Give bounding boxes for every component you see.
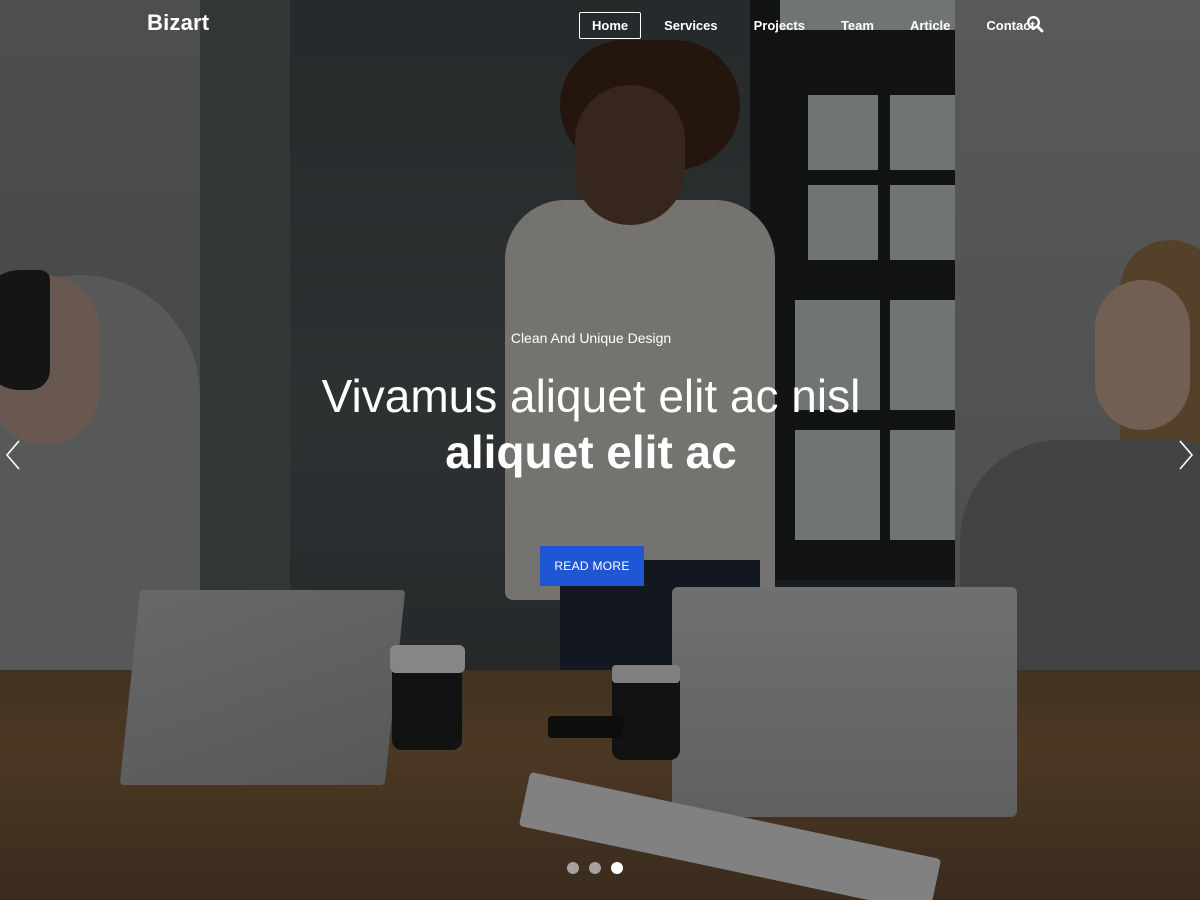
site-logo[interactable]: Bizart <box>147 10 209 36</box>
search-icon[interactable] <box>1026 15 1046 35</box>
site-header: Bizart Home Services Projects Team Artic… <box>0 0 1200 50</box>
nav-item-team[interactable]: Team <box>828 12 887 39</box>
nav-item-home[interactable]: Home <box>579 12 642 39</box>
hero-subtitle: Clean And Unique Design <box>510 330 672 346</box>
chevron-right-icon[interactable] <box>1174 438 1196 472</box>
nav-item-article[interactable]: Article <box>897 12 963 39</box>
hero-headline-line1: Vivamus aliquet elit ac nisl <box>321 370 861 422</box>
main-nav: Home Services Projects Team Article Cont… <box>579 12 1058 39</box>
read-more-button[interactable]: READ MORE <box>540 546 644 586</box>
slider-dot-2[interactable] <box>589 862 601 874</box>
nav-item-projects[interactable]: Projects <box>741 12 818 39</box>
nav-item-services[interactable]: Services <box>651 12 731 39</box>
hero-headline-line2: aliquet elit ac <box>445 426 737 478</box>
slider-pagination <box>567 862 633 874</box>
chevron-left-icon[interactable] <box>3 438 25 472</box>
slider-dot-3[interactable] <box>611 862 623 874</box>
hero-slide-content: Clean And Unique Design Vivamus aliquet … <box>0 330 1182 480</box>
slider-dot-1[interactable] <box>567 862 579 874</box>
